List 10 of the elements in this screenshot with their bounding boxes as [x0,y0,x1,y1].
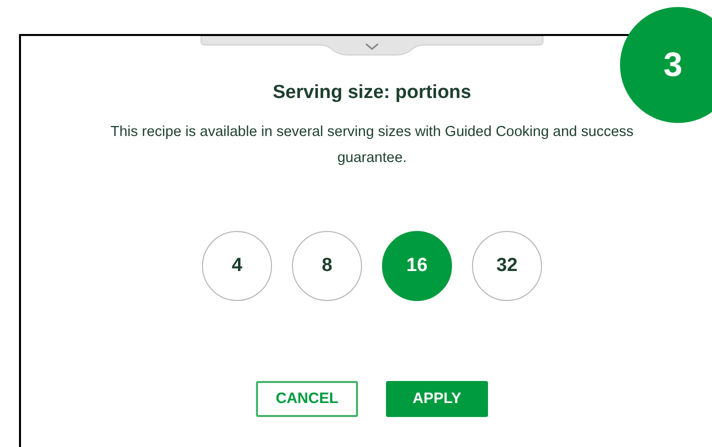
collapse-handle[interactable] [200,36,544,56]
portion-option[interactable]: 16 [382,230,452,301]
cancel-button[interactable]: CANCEL [256,380,358,417]
dialog-title: Serving size: portions [272,82,472,105]
step-number-badge: 3 [620,7,712,123]
apply-button[interactable]: APPLY [386,380,488,417]
portion-option[interactable]: 8 [292,230,362,301]
dialog-description: This recipe is available in several serving sizes with Guided Cooking and success guarantee. [109,122,635,168]
portion-option[interactable]: 4 [202,230,272,301]
portion-option[interactable]: 32 [472,230,542,301]
